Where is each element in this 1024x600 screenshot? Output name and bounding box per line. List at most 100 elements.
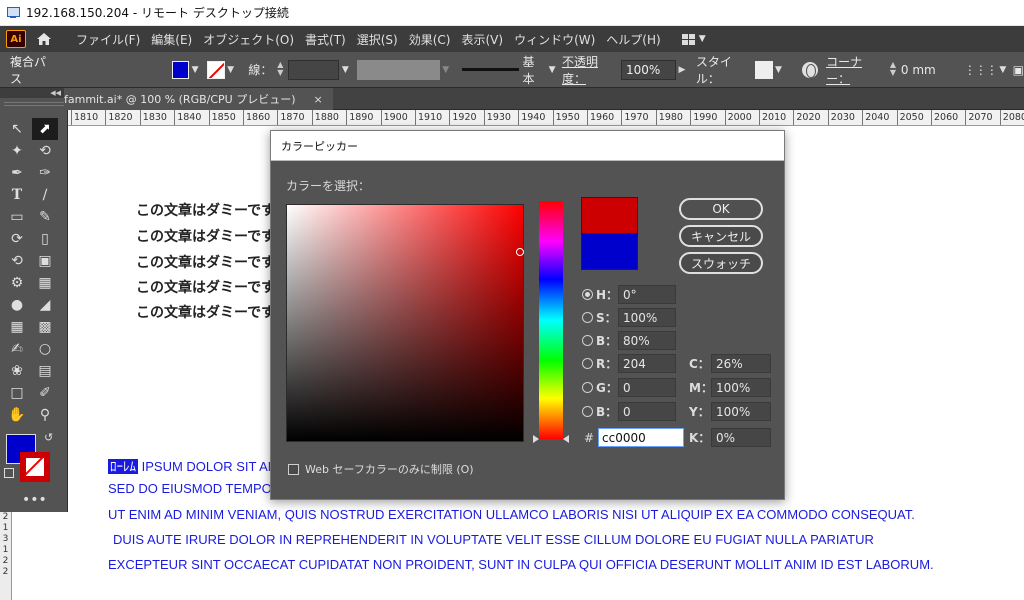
color-field-cursor[interactable]	[516, 248, 524, 256]
original-color-preview[interactable]	[581, 234, 638, 270]
magenta-field[interactable]: 100%	[711, 378, 771, 397]
vertical-ruler[interactable]: 213122	[0, 512, 12, 600]
magic-wand-icon[interactable]: ✦	[4, 140, 30, 162]
blend-icon[interactable]: ○	[32, 338, 58, 360]
cyan-field[interactable]: 26%	[711, 354, 771, 373]
web-safe-option[interactable]: Web セーフカラーのみに制限 (O)	[288, 461, 474, 477]
rotate-icon[interactable]: ⟲	[4, 250, 30, 272]
chevron-down-icon[interactable]: ▼	[773, 61, 785, 79]
horizontal-ruler[interactable]: 1810 1820 1830 1840 1850 1860 1870 1880 1890 1900…	[68, 110, 1024, 126]
yellow-field[interactable]: 100%	[711, 402, 771, 421]
eyedropper-icon[interactable]: ✍	[4, 338, 30, 360]
stroke-weight-stepper[interactable]: ▲ ▼	[275, 60, 285, 79]
menu-edit[interactable]: 編集(E)	[151, 31, 192, 48]
corner-label[interactable]: コーナー：	[826, 53, 885, 87]
gradient-icon[interactable]: ▩	[32, 316, 58, 338]
menu-help[interactable]: ヘルプ(H)	[606, 31, 660, 48]
curvature-icon[interactable]: ✑	[32, 162, 58, 184]
variable-width-profile[interactable]	[357, 59, 440, 80]
collapse-icon[interactable]: ◀◀	[0, 88, 67, 98]
shape-builder-icon[interactable]: ●	[4, 294, 30, 316]
menu-select[interactable]: 選択(S)	[357, 31, 398, 48]
hue-slider[interactable]	[539, 201, 563, 439]
perspective-grid-icon[interactable]: ◢	[32, 294, 58, 316]
hue-radio[interactable]	[582, 289, 593, 300]
menu-object[interactable]: オブジェクト(O)	[203, 31, 294, 48]
chevron-down-icon[interactable]: ▼	[997, 61, 1009, 79]
paintbrush-icon[interactable]: ✎	[32, 206, 58, 228]
dummy-text-line[interactable]: この文章はダミーです	[136, 252, 270, 272]
free-transform-icon[interactable]: ▦	[32, 272, 58, 294]
direct-selection-icon[interactable]: ↖	[4, 118, 30, 140]
scale-icon[interactable]: ▣	[32, 250, 58, 272]
dummy-text-line[interactable]: この文章はダミーです	[136, 302, 270, 322]
red-field[interactable]: 204	[618, 354, 676, 373]
brush-definition-label[interactable]: 基本	[523, 53, 547, 87]
chevron-down-icon[interactable]: ▼	[189, 61, 201, 79]
more-tools-icon[interactable]: •••	[22, 492, 47, 508]
symbol-sprayer-icon[interactable]: ❀	[4, 360, 30, 382]
opacity-field[interactable]: 100%	[620, 59, 677, 80]
cancel-button[interactable]: キャンセル	[679, 225, 763, 247]
type-icon[interactable]: T	[4, 184, 30, 206]
artboard-icon[interactable]: □	[4, 382, 30, 404]
red-radio[interactable]	[582, 358, 593, 369]
graphic-style-swatch[interactable]	[754, 60, 773, 79]
hue-slider-handle-left[interactable]	[533, 435, 539, 443]
stroke-weight-field[interactable]	[288, 59, 340, 80]
lorem-text-line[interactable]: DUIS AUTE IRURE DOLOR IN REPREHENDERIT I…	[113, 532, 874, 547]
menu-view[interactable]: 表示(V)	[461, 31, 503, 48]
width-icon[interactable]: ⚙	[4, 272, 30, 294]
opacity-label[interactable]: 不透明度：	[562, 53, 621, 87]
hue-field[interactable]: 0°	[618, 285, 676, 304]
home-icon[interactable]	[34, 29, 54, 49]
ok-button[interactable]: OK	[679, 198, 763, 220]
column-graph-icon[interactable]: ▤	[32, 360, 58, 382]
default-colors-icon[interactable]	[4, 468, 14, 478]
close-icon[interactable]: ×	[314, 93, 323, 106]
green-radio[interactable]	[582, 382, 593, 393]
chevron-down-icon[interactable]: ▼	[440, 61, 452, 79]
swatches-button[interactable]: スウォッチ	[679, 252, 763, 274]
lasso-icon[interactable]: ⟲	[32, 140, 58, 162]
selection-icon[interactable]: ⬈	[32, 118, 58, 140]
mesh-icon[interactable]: ▦	[4, 316, 30, 338]
dummy-text-line[interactable]: この文章はダミーです	[136, 277, 270, 297]
dummy-text-line[interactable]: この文章はダミーです	[136, 200, 270, 220]
lorem-text-line[interactable]: ﾛｰﾚﾑ IPSUM DOLOR SIT AMET, CONSECTETUR A…	[108, 456, 270, 475]
document-tab[interactable]: fammit.ai* @ 100 % (RGB/CPU プレビュー) ×	[64, 88, 333, 110]
brightness-radio[interactable]	[582, 335, 593, 346]
hue-slider-handle-right[interactable]	[563, 435, 569, 443]
lorem-text-line[interactable]: SED DO EIUSMOD TEMPOR INCIDIDUNT UT LABO…	[108, 481, 270, 496]
eraser-icon[interactable]: ▯	[32, 228, 58, 250]
zoom-icon[interactable]: ⚲	[32, 404, 58, 426]
corner-stepper[interactable]: ▲ ▼	[888, 60, 898, 79]
recolor-artwork-icon[interactable]	[802, 61, 819, 78]
black-field[interactable]: 0%	[711, 428, 771, 447]
dialog-title[interactable]: カラーピッカー	[271, 131, 784, 161]
chevron-down-icon[interactable]: ▼	[546, 61, 558, 79]
pen-icon[interactable]: ✒	[4, 162, 30, 184]
line-segment-icon[interactable]: ∕	[32, 184, 58, 206]
saturation-field[interactable]: 100%	[618, 308, 676, 327]
stroke-color-swatch[interactable]	[206, 60, 225, 79]
saturation-radio[interactable]	[582, 312, 593, 323]
fill-color-swatch[interactable]	[171, 60, 190, 79]
selected-text[interactable]: ﾛｰﾚﾑ	[108, 459, 138, 474]
dummy-text-line[interactable]: この文章はダミーです	[136, 226, 270, 246]
rectangle-icon[interactable]: ▭	[4, 206, 30, 228]
menu-type[interactable]: 書式(T)	[305, 31, 346, 48]
green-field[interactable]: 0	[618, 378, 676, 397]
blue-field[interactable]: 0	[618, 402, 676, 421]
menu-window[interactable]: ウィンドウ(W)	[514, 31, 595, 48]
lorem-text-line[interactable]: UT ENIM AD MINIM VENIAM, QUIS NOSTRUD EX…	[108, 507, 915, 522]
swap-fill-stroke-icon[interactable]: ↺	[44, 431, 53, 444]
chevron-down-icon[interactable]: ▼	[339, 61, 351, 79]
workspace-switcher[interactable]: ▼	[681, 33, 706, 45]
menu-file[interactable]: ファイル(F)	[76, 31, 140, 48]
align-options-icon[interactable]: ⋮⋮⋮	[964, 63, 998, 77]
corner-value[interactable]: 0 mm	[901, 63, 958, 77]
stroke-swatch[interactable]	[20, 452, 50, 482]
slice-icon[interactable]: ✐	[32, 382, 58, 404]
hex-field[interactable]: cc0000	[598, 428, 684, 447]
